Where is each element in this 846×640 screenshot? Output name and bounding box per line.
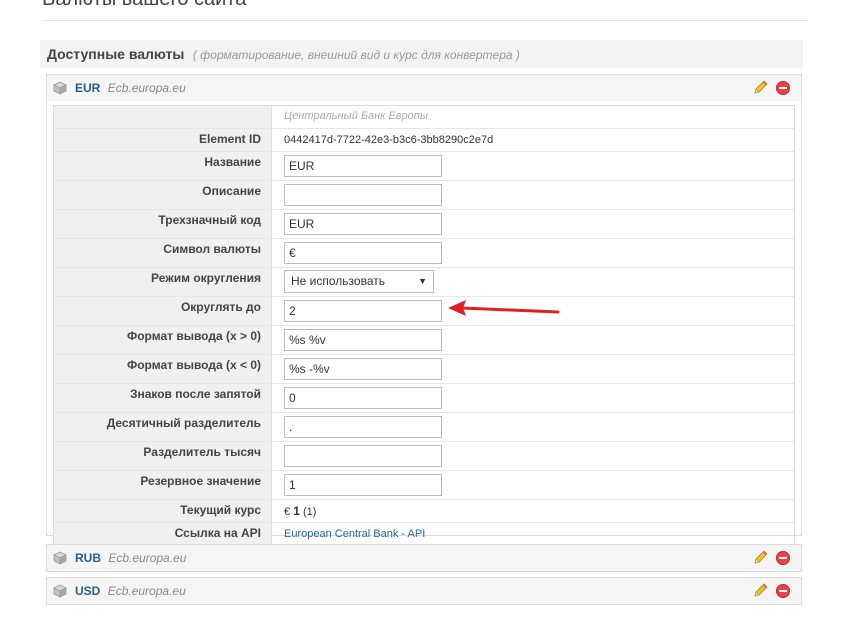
section-header: Доступные валюты ( форматирование, внешн… [40,40,803,68]
symbol-input[interactable] [284,242,442,264]
currency-code[interactable]: USD [75,584,100,598]
current-rate-value: € 1 (1) [284,504,317,518]
detail-row-fallback: Резервное значение [54,471,794,500]
detail-row-element-id: Element ID 0442417d-7722-42e3-b3c6-3bb82… [54,129,794,152]
round-to-input[interactable] [284,300,442,322]
decimal-separator-label: Десятичный разделитель [54,413,272,441]
thousand-separator-input[interactable] [284,445,442,467]
detail-row-rounding-mode: Режим округления Не использовать ▼ [54,268,794,297]
decimals-label: Знаков после запятой [54,384,272,412]
currency-detail-table: Центральный Банк Европы Element ID 04424… [53,105,795,546]
format-negative-label: Формат вывода (x < 0) [54,355,272,383]
rounding-mode-label: Режим округления [54,268,272,296]
fallback-input[interactable] [284,474,442,496]
code-label: Трехзначный код [54,210,272,238]
decimal-separator-input[interactable] [284,416,442,438]
cube-icon [53,551,67,565]
detail-row-format-positive: Формат вывода (x > 0) [54,326,794,355]
detail-row-round-to: Округлять до [54,297,794,326]
detail-row-provider: Центральный Банк Европы [54,106,794,129]
currency-header-usd[interactable]: USD Ecb.europa.eu [47,578,801,604]
detail-row-current-rate: Текущий курс € 1 (1) [54,500,794,523]
currency-code[interactable]: EUR [75,81,100,95]
detail-row-name: Название [54,152,794,181]
dropdown-caret-icon: ▼ [418,276,427,286]
format-positive-input[interactable] [284,329,442,351]
detail-row-api-link: Ссылка на API European Central Bank - AP… [54,523,794,545]
currency-source: Ecb.europa.eu [108,551,187,565]
thousand-separator-label: Разделитель тысяч [54,442,272,470]
detail-row-decimal-separator: Десятичный разделитель [54,413,794,442]
detail-row-thousand-separator: Разделитель тысяч [54,442,794,471]
currency-panel-usd: USD Ecb.europa.eu [46,577,802,605]
pencil-icon[interactable] [752,583,768,599]
current-rate-label: Текущий курс [54,500,272,522]
element-id-label: Element ID [54,129,272,151]
currency-header-rub[interactable]: RUB Ecb.europa.eu [47,545,801,571]
name-input[interactable] [284,155,442,177]
currency-source: Ecb.europa.eu [107,584,186,598]
rounding-mode-value: Не использовать [291,274,385,288]
page-title: Валюты вашего сайта [42,0,246,11]
delete-icon[interactable] [776,551,790,565]
code-input[interactable] [284,213,442,235]
detail-row-symbol: Символ валюты [54,239,794,268]
detail-row-code: Трехзначный код [54,210,794,239]
round-to-label: Округлять до [54,297,272,325]
pencil-icon[interactable] [752,80,768,96]
decimals-input[interactable] [284,387,442,409]
currency-code[interactable]: RUB [75,551,101,565]
cube-icon [53,584,67,598]
currency-panel-rub: RUB Ecb.europa.eu [46,544,802,572]
api-link[interactable]: European Central Bank - API [284,525,425,543]
delete-icon[interactable] [776,81,790,95]
api-link-label: Ссылка на API [54,523,272,545]
fallback-label: Резервное значение [54,471,272,499]
currency-source: Ecb.europa.eu [107,81,186,95]
provider-name: Центральный Банк Европы [284,110,428,122]
pencil-icon[interactable] [752,550,768,566]
description-input[interactable] [284,184,442,206]
name-label: Название [54,152,272,180]
detail-row-description: Описание [54,181,794,210]
symbol-label: Символ валюты [54,239,272,267]
currency-header-eur[interactable]: EUR Ecb.europa.eu [47,75,801,101]
section-title: Доступные валюты [47,46,185,62]
description-label: Описание [54,181,272,209]
format-negative-input[interactable] [284,358,442,380]
delete-icon[interactable] [776,584,790,598]
format-positive-label: Формат вывода (x > 0) [54,326,272,354]
detail-row-decimals: Знаков после запятой [54,384,794,413]
section-subtitle: ( форматирование, внешний вид и курс для… [192,48,520,62]
detail-row-format-negative: Формат вывода (x < 0) [54,355,794,384]
rounding-mode-select[interactable]: Не использовать ▼ [284,270,434,293]
cube-icon [53,81,67,95]
element-id-value: 0442417d-7722-42e3-b3c6-3bb8290c2e7d [284,134,494,146]
annotation-arrow [448,300,560,316]
title-divider [42,20,808,21]
currency-panel-eur: EUR Ecb.europa.eu Центральный Банк Европ… [46,74,802,546]
